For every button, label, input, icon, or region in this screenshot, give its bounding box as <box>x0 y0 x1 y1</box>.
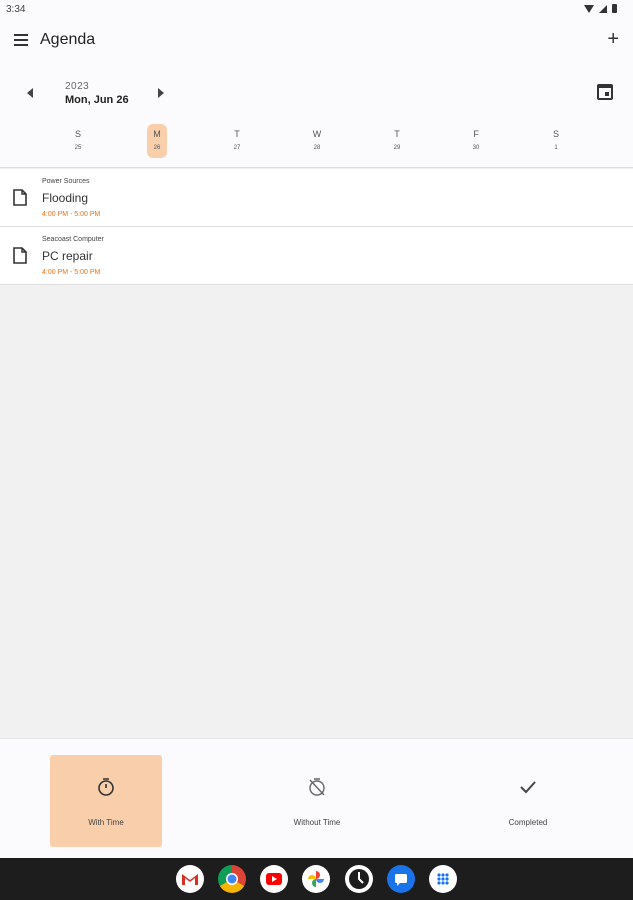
task-category: Seacoast Computer <box>42 236 104 243</box>
day-number: 26 <box>153 145 161 151</box>
battery-icon <box>612 4 617 13</box>
day-number: 25 <box>74 145 82 151</box>
nav-completed[interactable]: Completed <box>472 755 584 847</box>
task-category: Power Sources <box>42 178 90 185</box>
nav-label: Without Time <box>293 818 341 827</box>
day-letter: T <box>234 129 240 139</box>
task-time: 4:00 PM - 5:00 PM <box>42 211 101 218</box>
day-letter: M <box>153 129 161 139</box>
day-wednesday[interactable]: W 28 <box>307 124 327 158</box>
nav-label: Completed <box>508 818 548 827</box>
gmail-icon[interactable] <box>176 865 204 893</box>
day-letter: F <box>473 129 479 139</box>
previous-day-arrow-icon[interactable] <box>27 88 33 98</box>
day-number: 27 <box>233 145 241 151</box>
day-number: 1 <box>554 145 558 151</box>
task-time: 4:00 PM - 5:00 PM <box>42 269 101 276</box>
check-icon <box>520 781 536 794</box>
task-title: Flooding <box>42 191 89 205</box>
status-time: 3:34 <box>6 4 26 15</box>
task-note-icon <box>13 189 27 206</box>
stopwatch-icon <box>98 778 114 796</box>
day-number: 29 <box>393 145 401 151</box>
year-label: 2023 <box>65 81 90 92</box>
status-bar: 3:34 <box>0 0 633 20</box>
app-bar: Agenda + <box>0 20 633 62</box>
messages-icon[interactable] <box>387 865 415 893</box>
calendar-icon[interactable] <box>597 84 613 100</box>
task-item[interactable]: Seacoast Computer PC repair 4:00 PM - 5:… <box>0 227 633 285</box>
day-letter: S <box>552 129 559 139</box>
day-sunday[interactable]: S 25 <box>68 124 88 158</box>
nav-with-time[interactable]: With Time <box>50 755 162 847</box>
clock-icon[interactable] <box>345 865 373 893</box>
nav-without-time[interactable]: Without Time <box>261 755 373 847</box>
chrome-icon[interactable] <box>218 865 246 893</box>
task-item[interactable]: Power Sources Flooding 4:00 PM - 5:00 PM <box>0 169 633 227</box>
system-taskbar <box>0 858 633 900</box>
day-letter: W <box>312 129 322 139</box>
app-drawer-icon[interactable] <box>429 865 457 893</box>
week-strip: S 25 M 26 T 27 W 28 T 29 F 30 S 1 <box>0 120 633 168</box>
menu-icon[interactable] <box>14 34 28 46</box>
add-icon[interactable]: + <box>607 29 619 49</box>
timer-off-icon <box>309 778 325 796</box>
day-number: 30 <box>472 145 480 151</box>
youtube-icon[interactable] <box>260 865 288 893</box>
day-saturday[interactable]: S 1 <box>546 124 566 158</box>
wifi-icon <box>584 4 594 13</box>
next-day-arrow-icon[interactable] <box>158 88 164 98</box>
day-letter: S <box>74 129 81 139</box>
nav-label: With Time <box>88 818 124 827</box>
task-note-icon <box>13 247 27 264</box>
bottom-navigation: With Time Without Time Completed <box>0 738 633 858</box>
day-friday[interactable]: F 30 <box>466 124 486 158</box>
signal-icon <box>599 4 607 13</box>
date-navigator: 2023 Mon, Jun 26 <box>0 62 633 120</box>
day-number: 28 <box>313 145 321 151</box>
date-label[interactable]: Mon, Jun 26 <box>65 94 129 106</box>
task-title: PC repair <box>42 249 93 263</box>
page-title: Agenda <box>40 31 96 48</box>
day-tuesday[interactable]: T 27 <box>227 124 247 158</box>
photos-icon[interactable] <box>302 865 330 893</box>
status-icons <box>584 4 617 13</box>
day-thursday[interactable]: T 29 <box>387 124 407 158</box>
day-monday[interactable]: M 26 <box>147 124 167 158</box>
day-letter: T <box>394 129 400 139</box>
